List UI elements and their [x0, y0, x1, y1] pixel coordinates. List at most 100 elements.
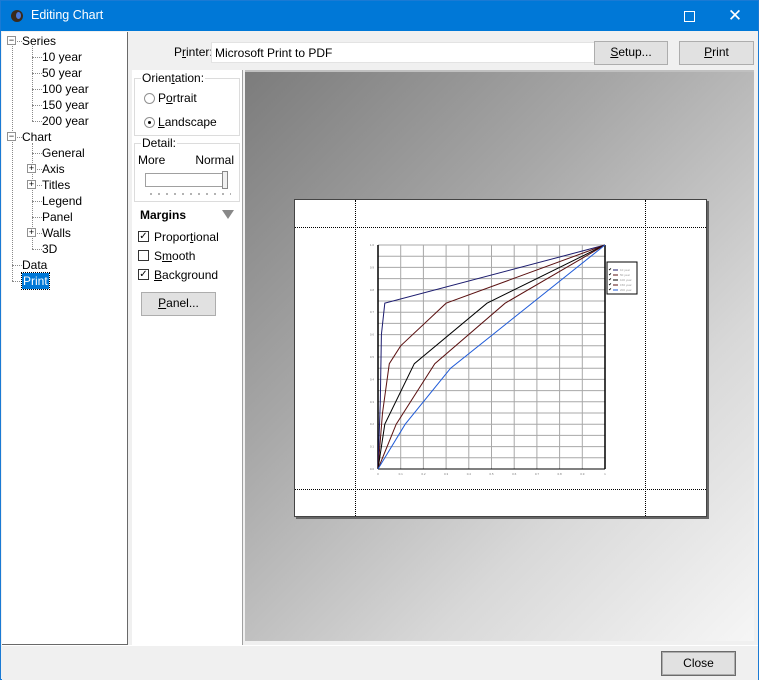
expand-icon[interactable]: +: [27, 180, 36, 189]
x-tick-label: 0.8: [558, 472, 563, 476]
tree-item-print[interactable]: Print: [21, 272, 50, 290]
background-checkbox[interactable]: ✓: [138, 269, 149, 280]
legend-entry: 200 year: [620, 288, 632, 292]
setup-button[interactable]: Setup...: [594, 41, 668, 65]
portrait-label[interactable]: Portrait: [158, 91, 197, 105]
x-tick-label: 0.9: [580, 472, 585, 476]
tree-item-general[interactable]: General: [42, 145, 85, 161]
print-button[interactable]: Print: [679, 41, 754, 65]
window-title: Editing Chart: [31, 8, 104, 22]
close-window-button[interactable]: ✕: [712, 1, 758, 31]
check-icon: ✓: [139, 231, 148, 242]
orientation-group: Orientation: Portrait Landscape: [134, 71, 240, 136]
preview-chart: 0 0.1 0.2 0.3 0.4 0.5 0.6 0.7 0.8 0.9 1 0.0 0.1 0.2 0.…: [370, 243, 638, 476]
tree-item-walls[interactable]: Walls: [42, 225, 71, 241]
panel-button[interactable]: Panel...: [141, 292, 216, 316]
minimize-icon: [638, 15, 648, 17]
proportional-checkbox[interactable]: ✓: [138, 231, 149, 242]
dialog-footer: Close: [2, 645, 758, 680]
tree-branch-line: [32, 105, 42, 106]
x-tick-label: 0: [377, 472, 379, 476]
collapse-icon[interactable]: −: [7, 132, 16, 141]
tree-item-chart[interactable]: Chart: [22, 129, 51, 145]
maximize-button[interactable]: [666, 1, 712, 31]
tree-item-legend[interactable]: Legend: [42, 193, 82, 209]
margins-label: Margins: [140, 208, 187, 222]
tree-item-panel[interactable]: Panel: [42, 209, 73, 225]
detail-slider[interactable]: [145, 173, 228, 187]
tree-item-50-year[interactable]: 50 year: [42, 65, 82, 81]
legend-entry: 10 year: [620, 268, 630, 272]
tree-branch-line: [32, 249, 42, 250]
preview-page[interactable]: 0 0.1 0.2 0.3 0.4 0.5 0.6 0.7 0.8 0.9 1 0.0 0.1 0.2 0.…: [294, 199, 707, 517]
tree-item-150-year[interactable]: 150 year: [42, 97, 89, 113]
close-icon: ✕: [727, 6, 743, 26]
x-tick-label: 0.2: [421, 472, 426, 476]
expand-icon[interactable]: +: [27, 228, 36, 237]
tree-item-10-year[interactable]: 10 year: [42, 49, 82, 65]
tree-branch-line: [32, 57, 42, 58]
detail-label: Detail:: [141, 136, 178, 150]
print-preview[interactable]: 0 0.1 0.2 0.3 0.4 0.5 0.6 0.7 0.8 0.9 1 0.0 0.1 0.2 0.…: [245, 70, 754, 641]
y-tick-label: 0.9: [370, 265, 375, 269]
tree-root-connector: [12, 46, 13, 281]
tree-branch-line: [32, 153, 42, 154]
legend-entry: 100 year: [620, 278, 632, 282]
print-options-panel: Orientation: Portrait Landscape Detail: …: [132, 70, 243, 645]
check-icon: ✓: [139, 269, 148, 280]
y-tick-label: 0.8: [370, 288, 375, 292]
detail-group: Detail: More Normal: [134, 136, 240, 202]
chart-editor-tree[interactable]: − Series 10 year 50 year 100 year 150 year 200…: [2, 32, 128, 645]
y-tick-label: 0.7: [370, 310, 375, 314]
detail-more-label: More: [138, 153, 166, 167]
tree-branch-line: [32, 217, 42, 218]
tree-branch-line: [32, 201, 42, 202]
x-tick-label: 0.7: [535, 472, 540, 476]
close-button[interactable]: Close: [661, 651, 736, 676]
collapse-icon[interactable]: −: [7, 36, 16, 45]
app-icon: [11, 10, 23, 22]
x-tick-label: 0.6: [512, 472, 517, 476]
background-label[interactable]: Background: [154, 268, 218, 282]
landscape-label[interactable]: Landscape: [158, 115, 217, 129]
x-tick-label: 0.5: [489, 472, 494, 476]
detail-slider-thumb[interactable]: [222, 171, 228, 189]
tree-item-100-year[interactable]: 100 year: [42, 81, 89, 97]
printer-select-value: Microsoft Print to PDF: [215, 46, 333, 60]
legend-entry: 150 year: [620, 283, 632, 287]
tree-item-3d[interactable]: 3D: [42, 241, 57, 257]
slider-ticks: [147, 193, 231, 195]
expand-icon[interactable]: +: [27, 164, 36, 173]
print-page: Printer: Microsoft Print to PDF Setup...…: [132, 32, 758, 645]
proportional-label[interactable]: Proportional: [154, 230, 219, 244]
title-bar[interactable]: Editing Chart ✕: [1, 1, 758, 31]
margins-dropdown-icon[interactable]: [222, 210, 234, 219]
smooth-checkbox[interactable]: [138, 250, 149, 261]
y-tick-label: 0.2: [370, 422, 375, 426]
tree-branch-line: [32, 73, 42, 74]
x-tick-label: 0.4: [467, 472, 472, 476]
portrait-radio[interactable]: [144, 93, 155, 104]
tree-branch-line: [32, 89, 42, 90]
tree-item-data[interactable]: Data: [22, 257, 47, 273]
tree-item-axis[interactable]: Axis: [42, 161, 65, 177]
tree-branch-line: [12, 281, 22, 282]
x-tick-label: 0.3: [444, 472, 449, 476]
y-tick-label: 0.3: [370, 400, 375, 404]
tree-branch-line: [32, 121, 42, 122]
tree-item-series[interactable]: Series: [22, 33, 56, 49]
tree-item-titles[interactable]: Titles: [42, 177, 70, 193]
y-tick-label: 0.6: [370, 333, 375, 337]
legend-entry: 50 year: [620, 273, 630, 277]
y-tick-label: 0.4: [370, 377, 375, 381]
editing-chart-window: Editing Chart ✕ − Series 10 year 50 year 100…: [0, 0, 759, 680]
detail-normal-label: Normal: [195, 153, 234, 167]
landscape-radio[interactable]: [144, 117, 155, 128]
y-tick-label: 0.0: [370, 467, 375, 471]
y-tick-label: 0.1: [370, 445, 375, 449]
y-tick-label: 0.5: [370, 355, 375, 359]
tree-item-200-year[interactable]: 200 year: [42, 113, 89, 129]
smooth-label[interactable]: Smooth: [154, 249, 195, 263]
maximize-icon: [683, 10, 695, 22]
y-tick-label: 1.0: [370, 243, 375, 247]
